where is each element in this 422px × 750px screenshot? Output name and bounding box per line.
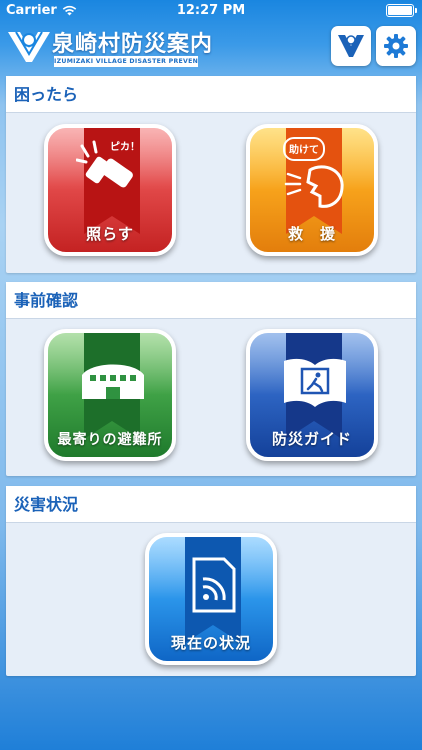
current-status-button[interactable]: 現在の状況 bbox=[145, 533, 277, 665]
battery-icon bbox=[386, 4, 417, 17]
disaster-guide-button[interactable]: 防災ガイド bbox=[246, 329, 378, 461]
live-feed-icon bbox=[192, 557, 236, 613]
section-in-trouble: 困ったら ピカ！ 照らす 助けて 救 援 bbox=[6, 76, 416, 273]
section-title: 事前確認 bbox=[6, 282, 416, 319]
light-button-label: 照らす bbox=[86, 225, 134, 243]
village-logo-icon bbox=[8, 31, 50, 62]
status-time: 12:27 PM bbox=[176, 3, 246, 18]
app-header: 泉崎村防災案内 IZUMIZAKI VILLAGE DISASTER PREVE… bbox=[0, 22, 422, 72]
guide-book-icon bbox=[284, 358, 346, 407]
shelter-building-icon bbox=[82, 364, 144, 399]
nearest-shelter-label: 最寄りの避難所 bbox=[57, 432, 163, 448]
section-title: 困ったら bbox=[6, 76, 416, 113]
disaster-guide-label: 防災ガイド bbox=[271, 430, 352, 448]
app-subtitle: IZUMIZAKI VILLAGE DISASTER PREVENTION GU… bbox=[54, 56, 198, 67]
app-title: 泉崎村防災案内 bbox=[52, 31, 214, 57]
flashlight-icon: ピカ！ bbox=[76, 140, 140, 188]
light-button[interactable]: ピカ！ 照らす bbox=[44, 124, 176, 256]
status-bar: Carrier 12:27 PM bbox=[0, 0, 422, 20]
emblem-button[interactable] bbox=[331, 26, 371, 66]
flash-bubble-text: ピカ！ bbox=[110, 141, 140, 153]
section-preparation: 事前確認 最寄りの避難所 防災ガイド bbox=[6, 282, 416, 476]
shout-for-help-icon: 助けて bbox=[283, 137, 344, 208]
rescue-button[interactable]: 助けて 救 援 bbox=[246, 124, 378, 256]
help-bubble-text: 助けて bbox=[289, 143, 319, 156]
section-title: 災害状況 bbox=[6, 486, 416, 523]
settings-button[interactable] bbox=[376, 26, 416, 66]
village-emblem-icon bbox=[338, 35, 364, 57]
nearest-shelter-button[interactable]: 最寄りの避難所 bbox=[44, 329, 176, 461]
current-status-label: 現在の状況 bbox=[170, 634, 251, 652]
gear-icon bbox=[384, 34, 408, 58]
section-disaster-status: 災害状況 現在の状況 bbox=[6, 486, 416, 676]
rescue-button-label: 救 援 bbox=[287, 225, 336, 243]
